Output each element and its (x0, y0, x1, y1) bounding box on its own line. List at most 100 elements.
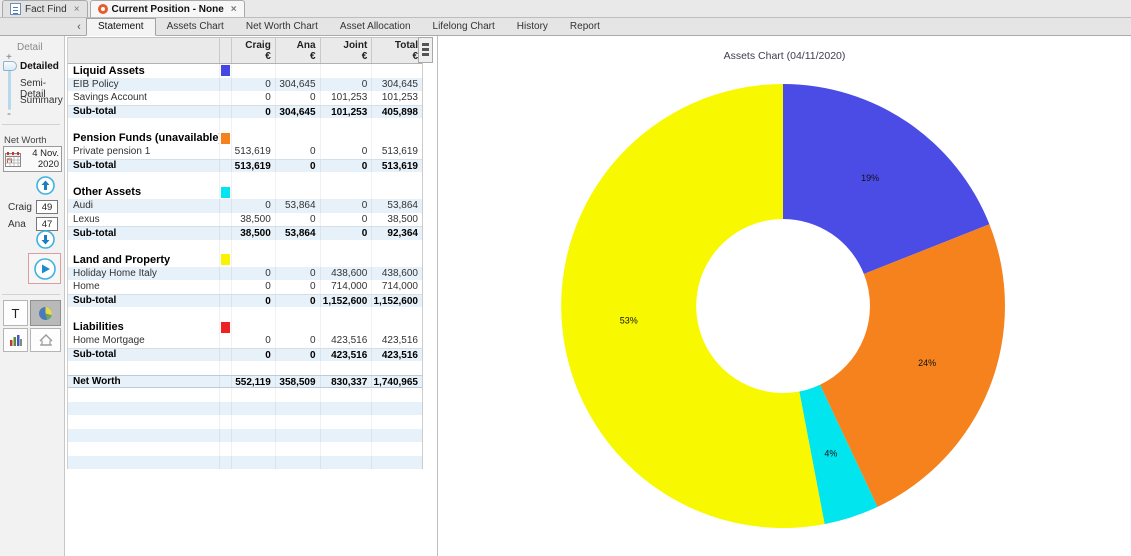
value-cell (371, 415, 422, 429)
divider (2, 294, 60, 295)
detail-minus[interactable]: - (7, 106, 11, 120)
pie-slice-percentage-label: 53% (620, 316, 638, 326)
value-cell (231, 429, 275, 443)
tab-lifelong-chart[interactable]: Lifelong Chart (422, 18, 506, 36)
value-cell (320, 132, 372, 146)
value-cell: 0 (231, 199, 275, 213)
subtotal-row: Sub-total0304,645101,253405,898 (68, 105, 422, 119)
category-color-swatch (221, 254, 230, 265)
swatch-cell (219, 361, 231, 375)
tab-history[interactable]: History (506, 18, 559, 36)
item-row-home[interactable]: Home00714,000714,000 (68, 280, 422, 294)
tab-statement[interactable]: Statement (86, 18, 156, 36)
swatch-cell (219, 132, 231, 146)
swatch-cell (219, 267, 231, 281)
value-cell (320, 118, 372, 132)
swatch-cell (219, 295, 231, 308)
detail-slider-handle[interactable] (3, 61, 17, 71)
value-cell (275, 307, 320, 321)
value-cell (275, 132, 320, 146)
age-up-button[interactable] (36, 176, 55, 195)
app-window: Fact Find × Current Position - None × ‹ … (0, 0, 1131, 556)
play-icon (34, 258, 56, 280)
value-cell: 0 (275, 91, 320, 105)
row-label: Audi (68, 200, 219, 211)
tab-fact-find[interactable]: Fact Find × (2, 0, 88, 17)
tab-scroll-left-icon[interactable]: ‹ (74, 19, 84, 35)
category-color-swatch (221, 133, 230, 144)
value-cell: 513,619 (231, 145, 275, 159)
value-cell: 0 (231, 349, 275, 362)
home-view-button[interactable] (30, 328, 61, 352)
fact-find-icon (10, 3, 21, 15)
value-cell: 552,119 (231, 376, 275, 388)
value-cell (371, 429, 422, 443)
row-label: Home (68, 281, 219, 292)
value-cell (231, 456, 275, 470)
column-header-ana[interactable]: Ana€ (275, 38, 320, 63)
value-cell: 714,000 (320, 280, 372, 294)
tab-asset-allocation[interactable]: Asset Allocation (329, 18, 422, 36)
item-row-audi[interactable]: Audi053,864053,864 (68, 199, 422, 213)
subtotal-row: Sub-total001,152,6001,152,600 (68, 294, 422, 308)
craig-age-field[interactable]: 49 (36, 200, 58, 214)
swatch-cell (219, 160, 231, 173)
value-cell (371, 253, 422, 267)
play-button[interactable] (28, 253, 61, 284)
age-down-button[interactable] (36, 230, 55, 249)
swatch-cell (219, 334, 231, 348)
detail-level-summary[interactable]: Summary (20, 95, 63, 106)
swatch-cell (219, 280, 231, 294)
value-cell (275, 402, 320, 416)
swatch-cell (219, 64, 231, 78)
column-header-total[interactable]: Total€ (371, 38, 422, 63)
value-cell (371, 307, 422, 321)
divider (2, 124, 60, 125)
item-row-eib-policy[interactable]: EIB Policy0304,6450304,645 (68, 78, 422, 92)
value-cell: 438,600 (371, 267, 422, 281)
value-cell: 53,864 (275, 227, 320, 240)
value-cell: 423,516 (371, 349, 422, 362)
item-row-savings-account[interactable]: Savings Account00101,253101,253 (68, 91, 422, 105)
item-row-lexus[interactable]: Lexus38,5000038,500 (68, 213, 422, 227)
detail-level-detailed[interactable]: Detailed (20, 61, 59, 72)
value-cell (320, 415, 372, 429)
section-header-row-other-assets: Other Assets (68, 186, 422, 200)
value-cell: 423,516 (371, 334, 422, 348)
close-icon[interactable]: × (74, 4, 80, 15)
close-icon[interactable]: × (231, 4, 237, 15)
tab-report[interactable]: Report (559, 18, 611, 36)
subtotal-row: Sub-total513,61900513,619 (68, 159, 422, 173)
item-row-private-pension-1[interactable]: Private pension 1513,61900513,619 (68, 145, 422, 159)
value-cell: 0 (231, 91, 275, 105)
value-cell (320, 240, 372, 254)
section-header-row-liquid-assets: Liquid Assets (68, 64, 422, 78)
value-cell (275, 253, 320, 267)
value-cell (275, 442, 320, 456)
swatch-cell (219, 106, 231, 119)
pie-chart-view-button[interactable] (30, 300, 61, 326)
text-view-button[interactable]: T (3, 300, 28, 326)
net-worth-date-value: 4 Nov. 2020 (22, 148, 61, 170)
tab-current-position[interactable]: Current Position - None × (90, 0, 245, 17)
section-header-row-land-and-property: Land and Property (68, 253, 422, 267)
value-cell (371, 321, 422, 335)
ana-age-field[interactable]: 47 (36, 217, 58, 231)
empty-row (68, 442, 422, 456)
bar-chart-view-button[interactable] (3, 328, 28, 352)
value-cell: 0 (320, 78, 372, 92)
tab-net-worth-chart[interactable]: Net Worth Chart (235, 18, 329, 36)
item-row-home-mortgage[interactable]: Home Mortgage00423,516423,516 (68, 334, 422, 348)
column-header-craig[interactable]: Craig€ (231, 38, 275, 63)
net-worth-date-picker[interactable]: 4 Nov. 2020 (3, 146, 62, 172)
swatch-cell (219, 402, 231, 416)
swatch-cell (219, 199, 231, 213)
item-row-holiday-home-italy[interactable]: Holiday Home Italy00438,600438,600 (68, 267, 422, 281)
empty-row (68, 388, 422, 402)
swatch-cell (219, 172, 231, 186)
value-cell (320, 186, 372, 200)
value-cell (320, 321, 372, 335)
table-options-button[interactable] (418, 37, 433, 63)
tab-assets-chart[interactable]: Assets Chart (156, 18, 235, 36)
column-header-joint[interactable]: Joint€ (320, 38, 372, 63)
